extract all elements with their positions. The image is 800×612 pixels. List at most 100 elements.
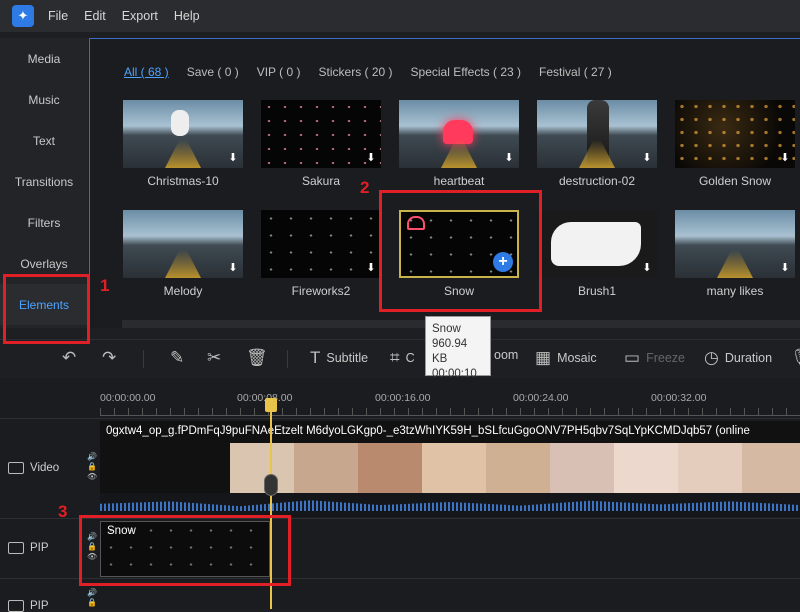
download-icon[interactable]: ⬇ [365, 262, 377, 274]
element-thumbnail[interactable]: ⬇ [261, 100, 381, 168]
video-frame [550, 443, 614, 493]
element-thumbnail[interactable]: ⬇ [675, 210, 795, 278]
video-frame [486, 443, 550, 493]
element-brush1[interactable]: ⬇ Brush1 [537, 210, 657, 298]
element-label: heartbeat [433, 174, 485, 188]
subtitle-label: Subtitle [326, 351, 369, 365]
element-thumbnail[interactable]: ⬇ [123, 210, 243, 278]
element-label: Brush1 [577, 284, 617, 298]
ruler-tick: 00:00:32.00 [651, 392, 707, 404]
freeze-label: Freeze [646, 351, 685, 365]
nav-text[interactable]: Text [0, 120, 88, 161]
element-golden-snow[interactable]: ⬇ Golden Snow [675, 100, 795, 188]
microphone-icon: 🎙 [790, 348, 800, 368]
crop-button[interactable]: ⌗ C [390, 348, 415, 368]
filter-save[interactable]: Save ( 0 ) [187, 65, 239, 79]
element-thumbnail[interactable]: ⬇ [537, 210, 657, 278]
duration-label: Duration [724, 351, 773, 365]
audio-waveform [100, 493, 800, 517]
track-divider [0, 418, 800, 419]
annotation-box-1 [3, 274, 90, 344]
mosaic-icon: ▦ [535, 348, 552, 367]
freeze-button[interactable]: ▭ Freeze [624, 348, 685, 368]
filter-festival[interactable]: Festival ( 27 ) [539, 65, 612, 79]
element-label: Christmas-10 [147, 174, 219, 188]
video-frame [294, 443, 358, 493]
delete-button[interactable]: 🗑 [246, 348, 268, 368]
video-clip[interactable]: 0gxtw4_op_g.fPDmFqJ9puFNAeEtzelt M6dyoLG… [100, 421, 800, 493]
track-controls[interactable]: 🔊 🔒 [87, 588, 97, 608]
filter-vip[interactable]: VIP ( 0 ) [257, 65, 301, 79]
menu-export[interactable]: Export [122, 9, 158, 23]
text-icon: T [310, 348, 321, 367]
element-thumbnail[interactable]: ⬇ [675, 100, 795, 168]
download-icon[interactable]: ⬇ [227, 262, 239, 274]
element-thumbnail[interactable]: ⬇ [537, 100, 657, 168]
download-icon[interactable]: ⬇ [779, 152, 791, 164]
element-label: Melody [163, 284, 203, 298]
menu-edit[interactable]: Edit [84, 9, 106, 23]
redo-button[interactable]: ↷ [102, 348, 116, 368]
playhead-grip[interactable] [264, 474, 278, 496]
element-christmas-10[interactable]: ⬇ Christmas-10 [123, 100, 243, 188]
nav-music[interactable]: Music [0, 79, 88, 120]
edit-button[interactable]: ✎ [170, 348, 184, 368]
element-thumbnail[interactable]: ⬇ [399, 100, 519, 168]
trash-icon: 🗑 [246, 348, 268, 367]
nav-filters[interactable]: Filters [0, 202, 88, 243]
nav-media[interactable]: Media [0, 38, 88, 79]
video-track-label: Video [30, 462, 60, 475]
edit-toolbar: ↶ ↷ ✎ ✂ 🗑 T Subtitle ⌗ C oom ▦ Mosaic ▭ Free… [0, 339, 800, 377]
freeze-icon: ▭ [624, 348, 641, 367]
debris-shape [587, 100, 609, 168]
annotation-number-3: 3 [58, 502, 68, 521]
clock-icon: ◷ [704, 348, 719, 367]
element-thumbnail[interactable]: ⬇ [261, 210, 381, 278]
ruler-tick: 00:00:16.00 [375, 392, 431, 404]
undo-icon: ↶ [62, 348, 77, 367]
element-thumbnail[interactable]: ⬇ [123, 100, 243, 168]
pip2-track-icon [8, 600, 24, 612]
app-logo-icon: ✦ [12, 5, 34, 27]
filter-stickers[interactable]: Stickers ( 20 ) [319, 65, 393, 79]
cut-button[interactable]: ✂ [207, 348, 221, 368]
subtitle-button[interactable]: T Subtitle [310, 348, 368, 368]
mosaic-button[interactable]: ▦ Mosaic [535, 348, 597, 368]
element-destruction-02[interactable]: ⬇ destruction-02 [537, 100, 657, 188]
video-frame [742, 443, 800, 493]
download-icon[interactable]: ⬇ [227, 152, 239, 164]
element-heartbeat[interactable]: ⬇ heartbeat [399, 100, 519, 188]
pencil-icon: ✎ [170, 348, 185, 367]
firework-pattern [261, 210, 381, 278]
element-many-likes[interactable]: ⬇ many likes [675, 210, 795, 298]
download-icon[interactable]: ⬇ [641, 152, 653, 164]
filter-special-effects[interactable]: Special Effects ( 23 ) [411, 65, 522, 79]
track-controls[interactable]: 🔊 🔒 👁 [87, 452, 97, 482]
zoom-button[interactable]: oom [494, 348, 518, 362]
menu-file[interactable]: File [48, 9, 68, 23]
menu-bar: ✦ File Edit Export Help [0, 0, 800, 32]
ruler-tick: 00:00:24.00 [513, 392, 569, 404]
toolbar-divider [287, 350, 288, 368]
download-icon[interactable]: ⬇ [779, 262, 791, 274]
download-icon[interactable]: ⬇ [641, 262, 653, 274]
tooltip-size: 960.94 KB [432, 338, 468, 365]
mosaic-label: Mosaic [557, 351, 597, 365]
element-fireworks2[interactable]: ⬇ Fireworks2 [261, 210, 381, 298]
download-icon[interactable]: ⬇ [503, 152, 515, 164]
filter-all[interactable]: All ( 68 ) [124, 65, 169, 79]
filter-tabs: All ( 68 ) Save ( 0 ) VIP ( 0 ) Stickers… [124, 65, 630, 79]
annotation-box-2 [379, 190, 542, 312]
playhead-handle[interactable] [265, 398, 277, 412]
duration-button[interactable]: ◷ Duration [704, 348, 772, 368]
pip2-track-label: PIP [30, 600, 49, 612]
menu-help[interactable]: Help [174, 9, 200, 23]
element-sakura[interactable]: ⬇ Sakura [261, 100, 381, 188]
undo-button[interactable]: ↶ [62, 348, 76, 368]
element-melody[interactable]: ⬇ Melody [123, 210, 243, 298]
nav-transitions[interactable]: Transitions [0, 161, 88, 202]
sparkle-pattern [261, 100, 381, 168]
mic-button[interactable]: 🎙 [790, 348, 800, 368]
time-ruler[interactable] [100, 408, 800, 416]
download-icon[interactable]: ⬇ [365, 152, 377, 164]
